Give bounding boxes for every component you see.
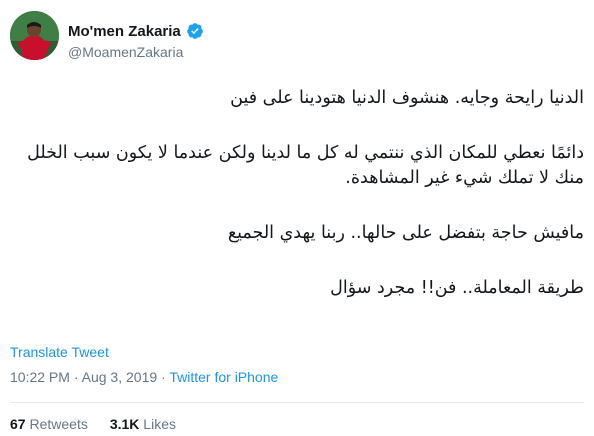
likes-label: Likes [143,416,176,432]
user-name-row[interactable]: Mo'men Zakaria [68,22,204,40]
translate-tweet-link[interactable]: Translate Tweet [10,344,109,360]
separator: · [161,369,166,385]
retweets-stat[interactable]: 67 Retweets [10,416,88,432]
retweets-label: Retweets [29,416,88,432]
tweet-source-link[interactable]: Twitter for iPhone [169,369,278,385]
tweet-time[interactable]: 10:22 PM [10,369,70,385]
tweet-date[interactable]: Aug 3, 2019 [82,369,158,385]
tweet-text: الدنيا رايحة وجايه. هنشوف الدنيا هتودينا… [24,86,584,301]
avatar[interactable] [10,11,59,60]
tweet-card: Mo'men Zakaria @MoamenZakaria الدنيا راي… [0,0,594,436]
likes-count: 3.1K [109,416,140,432]
tweet-stats: 67 Retweets 3.1K Likes [10,416,176,432]
divider [10,402,584,403]
display-name[interactable]: Mo'men Zakaria [68,23,181,40]
separator: · [73,369,79,385]
tweet-metadata: 10:22 PM · Aug 3, 2019 · Twitter for iPh… [10,369,278,385]
tweet-line: طريقة المعاملة.. فن!! مجرد سؤال [330,278,584,298]
verified-badge-icon [186,22,204,40]
retweets-count: 67 [10,416,26,432]
tweet-line: دائمًا نعطي للمكان الذي ننتمي له كل ما ل… [27,143,584,163]
tweet-line: مافيش حاجة بتفضل على حالها.. ربنا يهدي ا… [227,223,584,243]
user-handle[interactable]: @MoamenZakaria [68,44,183,60]
tweet-line: الدنيا رايحة وجايه. هنشوف الدنيا هتودينا… [230,88,584,108]
tweet-line: منك لا تملك شيء غير المشاهدة. [345,168,584,188]
likes-stat[interactable]: 3.1K Likes [110,416,176,432]
